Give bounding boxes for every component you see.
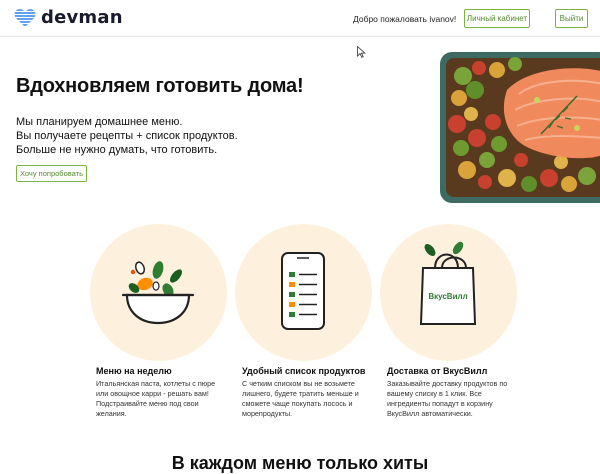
- hero-line: Мы планируем домашнее меню.: [16, 116, 183, 128]
- salad-bowl-icon: [121, 261, 195, 325]
- top-navbar: devman Добро пожаловать ivanov! Личный к…: [0, 0, 600, 37]
- hero-title: Вдохновляем готовить дома!: [16, 75, 304, 97]
- feature-circle: ВкусВилл: [380, 224, 517, 361]
- hero-description: Мы планируем домашнее меню. Вы получаете…: [16, 115, 238, 157]
- bag-brand-label: ВкусВилл: [428, 292, 467, 301]
- salmon-tray-image: [440, 52, 600, 203]
- feature-title: Удобный список продуктов: [242, 366, 366, 376]
- feature-description: Заказывайте доставку продуктов по вашему…: [387, 379, 508, 418]
- feature-description: Итальянская паста, котлеты с пюре или ов…: [96, 379, 216, 418]
- feature-title: Меню на неделю: [96, 366, 172, 376]
- feature-circle: [235, 224, 372, 361]
- heart-logo-icon: [14, 8, 36, 26]
- phone-list-icon: [281, 252, 325, 330]
- feature-circle: [90, 224, 227, 361]
- brand-logo[interactable]: devman: [14, 7, 123, 28]
- feature-title: Доставка от ВкусВилл: [387, 366, 488, 376]
- section-title: В каждом меню только хиты: [171, 453, 429, 473]
- shopping-bag-icon: ВкусВилл: [419, 241, 477, 325]
- hero-line: Больше не нужно думать, что готовить.: [16, 144, 218, 156]
- brand-name: devman: [41, 7, 123, 28]
- mouse-cursor-icon: [357, 46, 366, 58]
- cabinet-button[interactable]: Личный кабинет: [464, 9, 530, 28]
- feature-description: С четким списком вы не возьмете лишнего,…: [242, 379, 359, 418]
- hero-line: Вы получаете рецепты + список продуктов.: [16, 130, 238, 142]
- logout-button[interactable]: Выйти: [555, 9, 588, 28]
- welcome-text: Добро пожаловать ivanov!: [353, 14, 457, 24]
- try-button[interactable]: Хочу попробовать: [16, 165, 87, 182]
